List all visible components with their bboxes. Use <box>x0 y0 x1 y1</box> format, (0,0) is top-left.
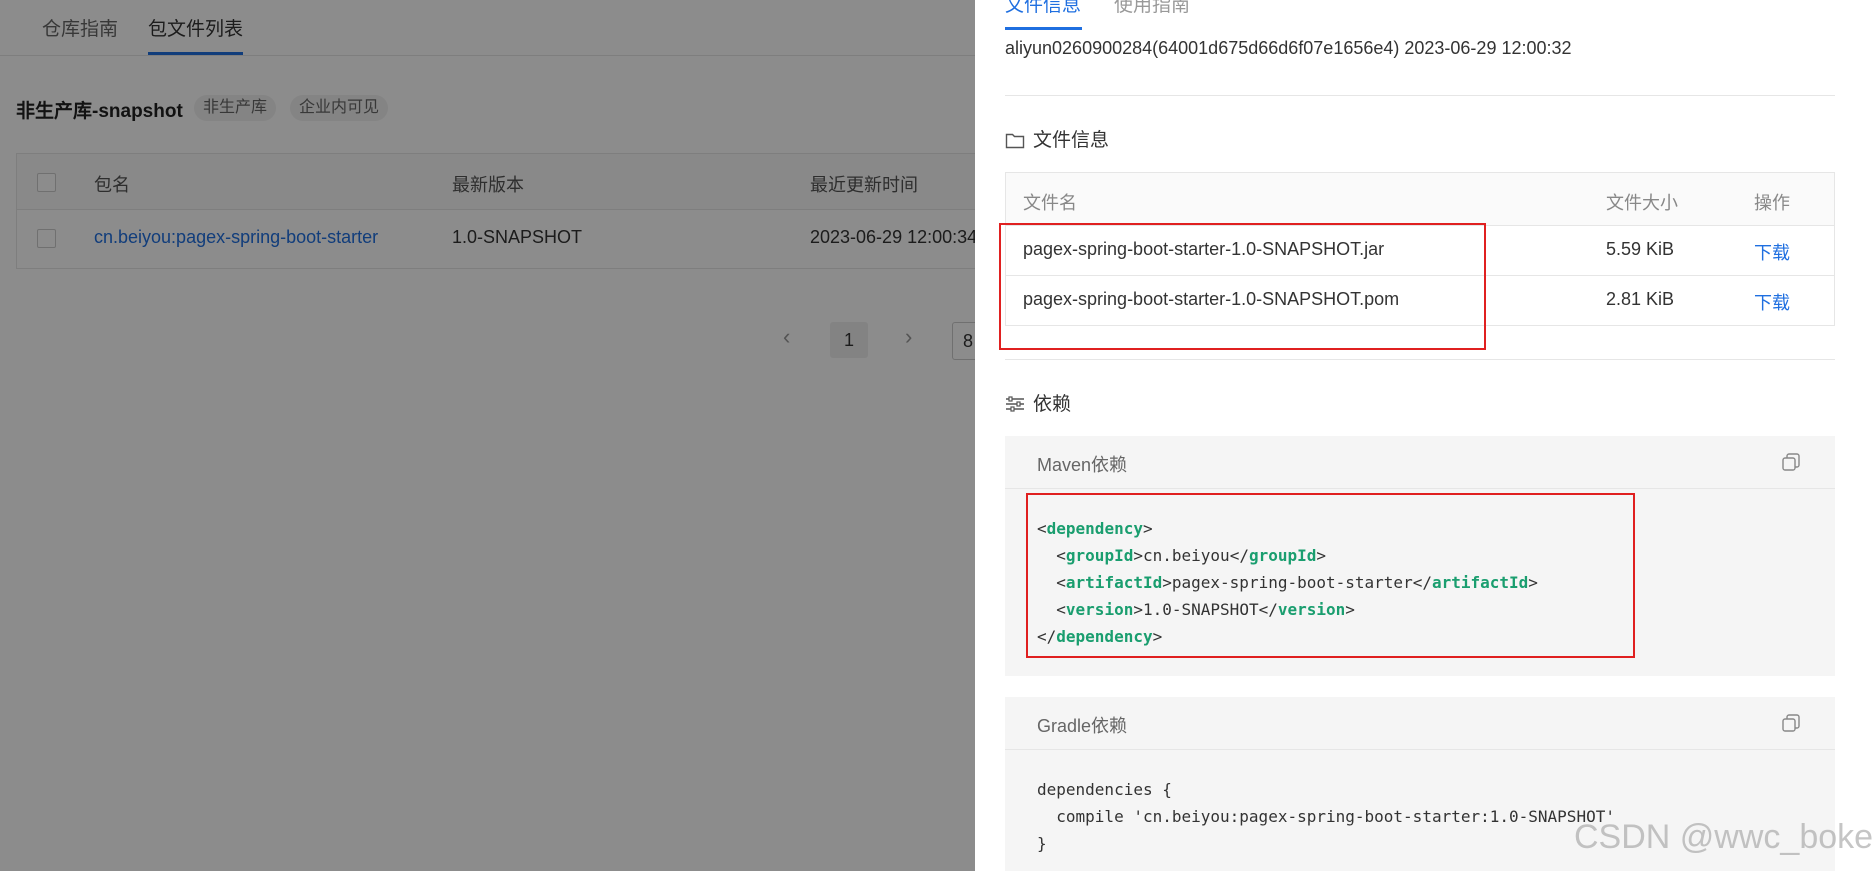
highlight-box <box>1026 493 1635 658</box>
highlight-box <box>999 223 1486 350</box>
file-info-title-text: 文件信息 <box>1033 130 1110 151</box>
tab-usage-guide[interactable]: 使用指南 <box>1114 0 1190 17</box>
copy-icon[interactable] <box>1781 452 1801 472</box>
file-info-section-title: 文件信息 <box>1005 125 1109 152</box>
folder-icon <box>1005 133 1025 149</box>
maven-label: Maven依赖 <box>1037 455 1128 475</box>
divider <box>1005 95 1835 96</box>
download-link[interactable]: 下载 <box>1754 239 1790 265</box>
download-link[interactable]: 下载 <box>1754 289 1790 315</box>
sliders-icon <box>1006 396 1024 412</box>
file-size: 2.81 KiB <box>1606 289 1675 309</box>
package-detail-drawer: 文件信息 使用指南 aliyun0260900284(64001d675d66d… <box>975 0 1875 871</box>
watermark: CSDN @wwc_boke <box>1574 818 1874 856</box>
file-size: 5.59 KiB <box>1606 239 1675 259</box>
active-tab-indicator <box>1005 27 1082 30</box>
copy-icon[interactable] <box>1781 713 1801 733</box>
dependency-section-title: 依赖 <box>1005 389 1071 416</box>
upload-meta: aliyun0260900284(64001d675d66d6f07e1656e… <box>1005 38 1572 58</box>
tab-file-info[interactable]: 文件信息 <box>1005 0 1081 17</box>
dependency-title-text: 依赖 <box>1033 394 1072 415</box>
file-table-header: 文件名 文件大小 操作 <box>1006 173 1834 226</box>
maven-block-header: Maven依赖 <box>1005 436 1835 489</box>
col-file-size: 文件大小 <box>1606 193 1678 213</box>
col-file-name: 文件名 <box>1023 193 1077 213</box>
col-action: 操作 <box>1754 193 1790 213</box>
drawer-overlay-mask[interactable] <box>0 0 975 871</box>
gradle-label: Gradle依赖 <box>1037 716 1128 736</box>
divider <box>1005 359 1835 360</box>
gradle-code: dependencies { compile 'cn.beiyou:pagex-… <box>1037 780 1615 853</box>
gradle-block-header: Gradle依赖 <box>1005 697 1835 750</box>
